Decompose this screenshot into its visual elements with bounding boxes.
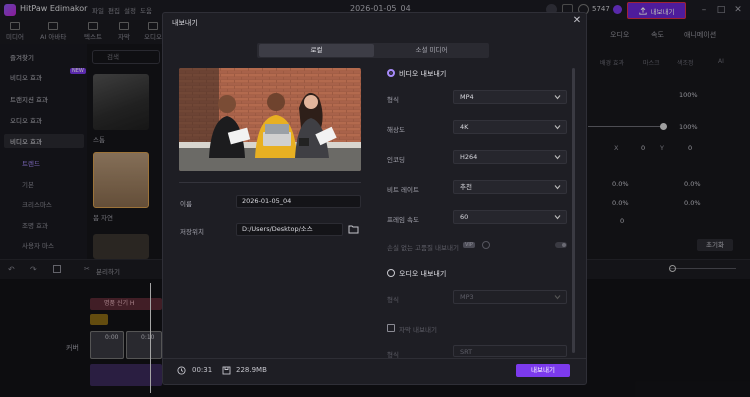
tab-local[interactable]: 로컬 <box>259 44 374 57</box>
chevron-down-icon <box>554 215 561 220</box>
location-input[interactable]: D:/Users/Desktop/소스 <box>236 223 343 236</box>
chevron-down-icon <box>554 295 561 300</box>
bitrate-label: 비트 레이트 <box>387 186 419 194</box>
clock-icon-svg <box>177 366 186 375</box>
encoder-select[interactable]: H264 <box>453 150 567 164</box>
dialog-scrollbar[interactable] <box>572 68 575 353</box>
resolution-select[interactable]: 4K <box>453 120 567 134</box>
subtitle-export-checkbox[interactable] <box>387 324 395 332</box>
video-export-title: 비디오 내보내기 <box>399 70 447 78</box>
format-select[interactable]: MP4 <box>453 90 567 104</box>
clock-icon <box>177 366 186 375</box>
name-input[interactable]: 2026-01-05_04 <box>236 195 361 208</box>
framerate-value: 60 <box>460 213 469 221</box>
subtitle-format-select[interactable]: SRT <box>453 345 567 357</box>
bitrate-value: 추천 <box>460 183 472 191</box>
audio-export-title: 오디오 내보내기 <box>399 270 447 278</box>
chevron-down-icon <box>554 155 561 160</box>
framerate-label: 프레임 속도 <box>387 216 419 224</box>
close-icon[interactable]: ✕ <box>571 15 583 27</box>
lossless-toggle[interactable] <box>555 242 567 248</box>
preview-image <box>179 68 361 171</box>
audio-export-radio[interactable] <box>387 269 395 277</box>
lossless-label: 손실 없는 고품질 내보내기 <box>387 244 459 252</box>
resolution-value: 4K <box>460 123 469 131</box>
vip-badge: VIP <box>463 242 475 248</box>
format-label: 형식 <box>387 96 399 104</box>
resolution-label: 해상도 <box>387 126 405 134</box>
subtitle-export-label: 자막 내보내기 <box>399 326 437 334</box>
folder-icon[interactable] <box>348 224 359 234</box>
bitrate-select[interactable]: 추천 <box>453 180 567 194</box>
duration-text: 00:31 <box>192 366 213 374</box>
chevron-down-icon <box>554 95 561 100</box>
audio-format-value: MP3 <box>460 293 474 301</box>
framerate-select[interactable]: 60 <box>453 210 567 224</box>
video-preview <box>179 68 361 171</box>
file-size-icon <box>222 366 231 375</box>
folder-icon-svg <box>348 225 359 234</box>
file-icon-svg <box>222 366 231 375</box>
file-size-text: 228.9MB <box>236 366 267 374</box>
audio-format-label: 형식 <box>387 296 399 304</box>
chevron-down-icon <box>554 185 561 190</box>
chevron-down-icon <box>554 125 561 130</box>
preview-divider <box>179 182 361 183</box>
subtitle-format-value: SRT <box>460 348 473 356</box>
encoder-label: 인코딩 <box>387 156 405 164</box>
name-label: 이름 <box>180 200 192 208</box>
tab-social-media[interactable]: 소셜 미디어 <box>374 44 489 57</box>
export-dialog-title: 내보내기 <box>172 19 198 27</box>
dialog-footer-divider <box>163 358 586 359</box>
encoder-value: H264 <box>460 153 478 161</box>
export-button[interactable]: 내보내기 <box>516 364 570 377</box>
info-icon[interactable] <box>482 241 490 249</box>
location-label: 저장위치 <box>180 228 204 236</box>
video-export-radio[interactable] <box>387 69 395 77</box>
audio-format-select[interactable]: MP3 <box>453 290 567 304</box>
format-value: MP4 <box>460 93 474 101</box>
